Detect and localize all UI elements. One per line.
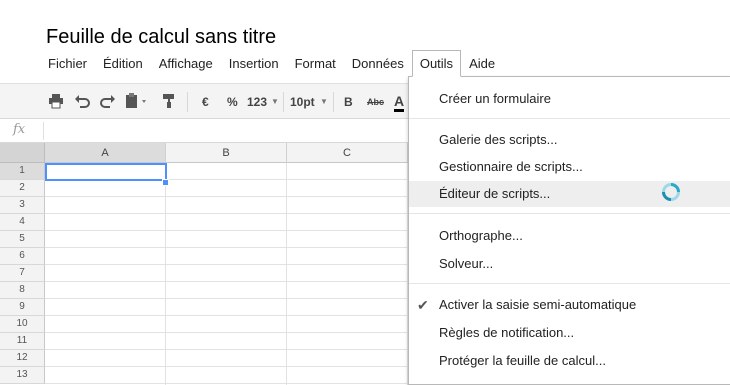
- menu-item-script-editor[interactable]: Éditeur de scripts...: [409, 181, 730, 207]
- menu-item-protect-sheet[interactable]: Protéger la feuille de calcul...: [409, 348, 730, 374]
- formula-divider: [43, 122, 44, 140]
- row-header[interactable]: 9: [0, 299, 45, 316]
- row-header[interactable]: 12: [0, 350, 45, 367]
- print-icon[interactable]: [48, 93, 64, 111]
- menu-separator: [409, 118, 730, 119]
- font-size-select[interactable]: 10pt: [290, 93, 315, 111]
- menu-item-notification-rules[interactable]: Règles de notification...: [409, 320, 730, 346]
- menu-item-label: Activer la saisie semi-automatique: [439, 297, 637, 312]
- menu-aide[interactable]: Aide: [461, 50, 503, 76]
- percent-button[interactable]: %: [227, 93, 238, 111]
- strikethrough-button[interactable]: Abc: [367, 93, 384, 111]
- number-format-button[interactable]: 123: [247, 93, 267, 111]
- menu-outils[interactable]: Outils: [411, 50, 462, 77]
- menu-item-script-manager[interactable]: Gestionnaire de scripts...: [409, 154, 730, 180]
- column-header-c[interactable]: C: [287, 143, 408, 163]
- chevron-down-icon[interactable]: ▼: [271, 93, 279, 111]
- menu-fichier[interactable]: Fichier: [40, 50, 95, 76]
- menu-separator: [409, 213, 730, 214]
- bold-button[interactable]: B: [344, 93, 353, 111]
- row-header[interactable]: 13: [0, 367, 45, 384]
- active-cell-a1[interactable]: [45, 163, 167, 181]
- column-header-b[interactable]: B: [166, 143, 287, 163]
- menu-edition[interactable]: Édition: [95, 50, 151, 76]
- menu-item-spelling[interactable]: Orthographe...: [409, 223, 730, 249]
- row-header[interactable]: 8: [0, 282, 45, 299]
- menu-item-create-form[interactable]: Créer un formulaire: [409, 86, 730, 112]
- document-title[interactable]: Feuille de calcul sans titre: [46, 24, 276, 50]
- menu-bar: Fichier Édition Affichage Insertion Form…: [40, 50, 503, 77]
- fx-label: fx: [13, 122, 26, 137]
- paste-icon[interactable]: [125, 93, 149, 111]
- row-header[interactable]: 10: [0, 316, 45, 333]
- row-header[interactable]: 1: [0, 163, 45, 180]
- undo-icon[interactable]: [74, 93, 90, 111]
- menu-item-solver[interactable]: Solveur...: [409, 251, 730, 277]
- row-header[interactable]: 2: [0, 180, 45, 197]
- row-header[interactable]: 4: [0, 214, 45, 231]
- row-header[interactable]: 5: [0, 231, 45, 248]
- checkmark-icon: ✔: [417, 297, 429, 313]
- menu-donnees[interactable]: Données: [344, 50, 412, 76]
- row-header[interactable]: 3: [0, 197, 45, 214]
- menu-insertion[interactable]: Insertion: [221, 50, 287, 76]
- redo-icon[interactable]: [100, 93, 116, 111]
- toolbar-divider: [333, 92, 334, 112]
- menu-format[interactable]: Format: [287, 50, 344, 76]
- fill-handle[interactable]: [162, 179, 169, 186]
- row-header[interactable]: 6: [0, 248, 45, 265]
- menu-affichage[interactable]: Affichage: [151, 50, 221, 76]
- menu-item-script-gallery[interactable]: Galerie des scripts...: [409, 127, 730, 153]
- row-header[interactable]: 7: [0, 265, 45, 282]
- paint-format-icon[interactable]: [162, 93, 176, 111]
- text-color-button[interactable]: A: [394, 93, 405, 112]
- menu-separator: [409, 283, 730, 284]
- currency-button[interactable]: €: [202, 93, 209, 111]
- row-header[interactable]: 11: [0, 333, 45, 350]
- loading-spinner-icon: [661, 182, 681, 202]
- select-all-corner[interactable]: [0, 143, 45, 163]
- menu-item-autocomplete[interactable]: ✔ Activer la saisie semi-automatique: [409, 292, 730, 318]
- toolbar-divider: [283, 92, 284, 112]
- column-header-a[interactable]: A: [45, 143, 166, 163]
- chevron-down-icon[interactable]: ▼: [320, 93, 328, 111]
- tools-menu-dropdown: Créer un formulaire Galerie des scripts.…: [408, 76, 730, 385]
- toolbar-divider: [187, 92, 188, 112]
